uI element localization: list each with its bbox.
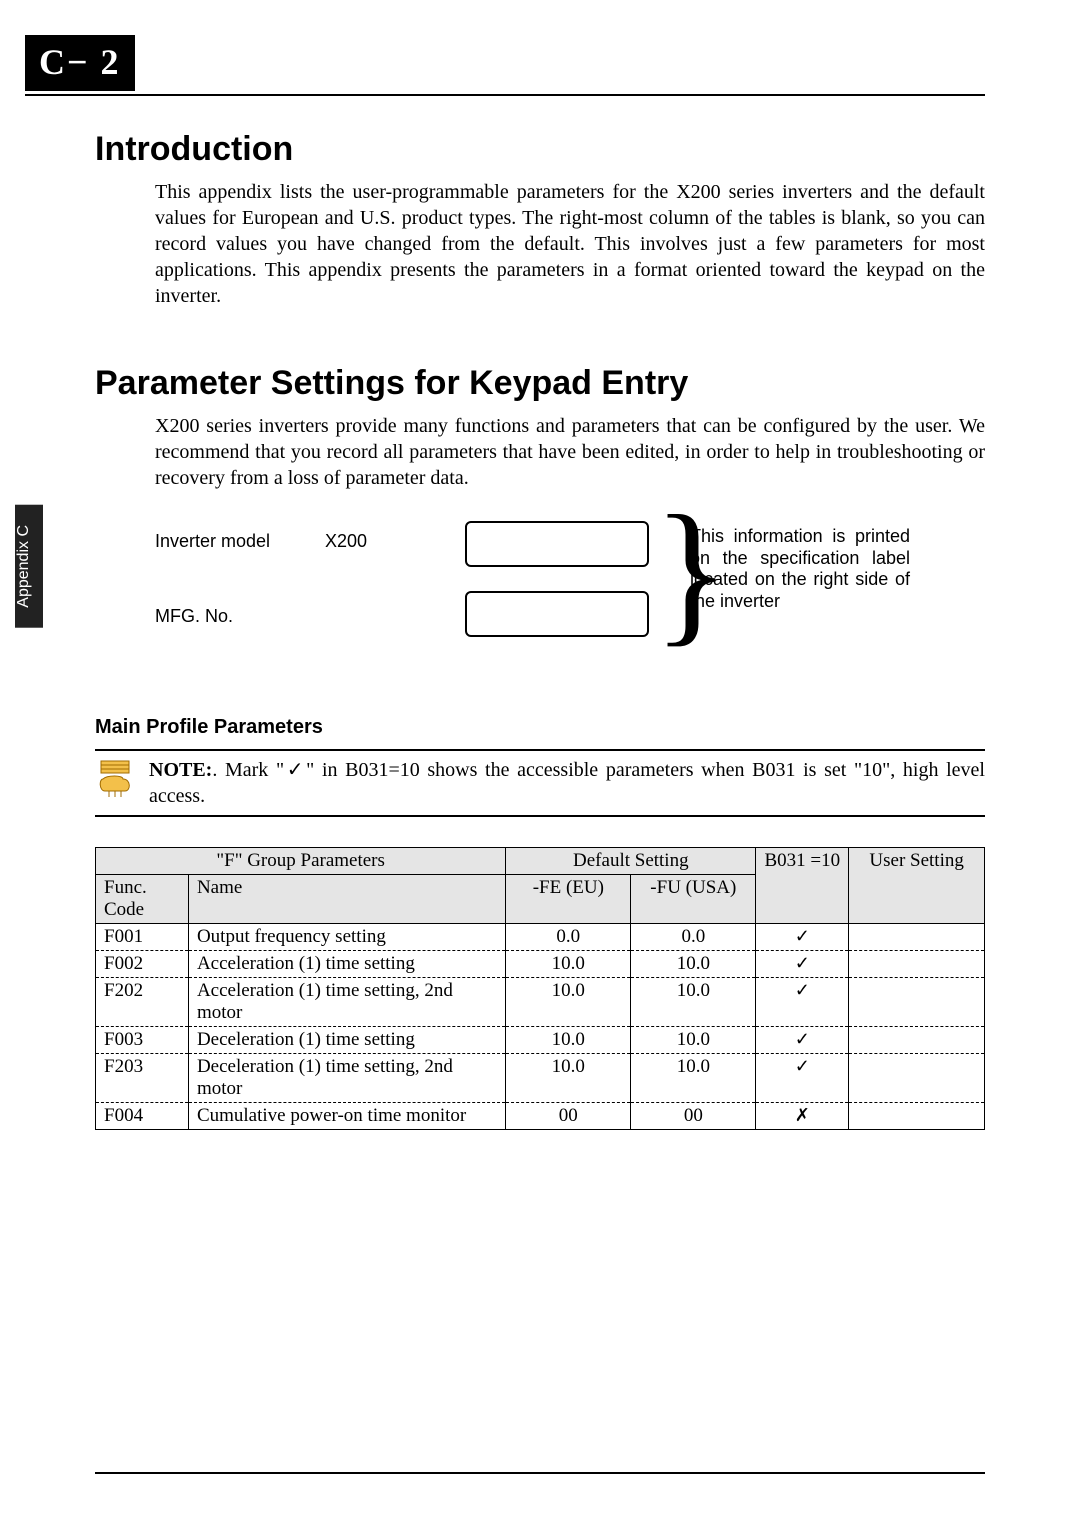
cell-name: Acceleration (1) time setting <box>188 951 505 978</box>
table-row: F003Deceleration (1) time setting10.010.… <box>96 1027 985 1054</box>
cell-fe: 10.0 <box>506 1054 631 1103</box>
table-row: F004Cumulative power-on time monitor0000… <box>96 1103 985 1130</box>
cell-b031: ✓ <box>756 1027 849 1054</box>
bottom-rule <box>95 1472 985 1474</box>
cell-user[interactable] <box>849 951 985 978</box>
fe-header: -FE (EU) <box>506 875 631 924</box>
cell-code: F203 <box>96 1054 189 1103</box>
func-header: Func. Code <box>96 875 189 924</box>
cell-user[interactable] <box>849 924 985 951</box>
table-row: F002Acceleration (1) time setting10.010.… <box>96 951 985 978</box>
note-body: . Mark "✓" in B031=10 shows the accessib… <box>149 759 985 807</box>
cell-fe: 10.0 <box>506 1027 631 1054</box>
table-row: F203Deceleration (1) time setting, 2nd m… <box>96 1054 985 1103</box>
user-header: User Setting <box>849 848 985 924</box>
cell-b031: ✗ <box>756 1103 849 1130</box>
side-tab: Appendix C <box>15 505 43 628</box>
table-row: F202Acceleration (1) time setting, 2nd m… <box>96 978 985 1027</box>
cell-fu: 10.0 <box>631 978 756 1027</box>
cell-fu: 10.0 <box>631 1054 756 1103</box>
note-icon <box>95 757 135 804</box>
cell-b031: ✓ <box>756 951 849 978</box>
cell-fu: 00 <box>631 1103 756 1130</box>
cell-fe: 0.0 <box>506 924 631 951</box>
inverter-model-label: Inverter model <box>155 531 270 552</box>
intro-heading: Introduction <box>95 130 985 169</box>
cell-code: F004 <box>96 1103 189 1130</box>
name-header: Name <box>188 875 505 924</box>
settings-heading: Parameter Settings for Keypad Entry <box>95 364 985 403</box>
cell-name: Output frequency setting <box>188 924 505 951</box>
default-header: Default Setting <box>506 848 756 875</box>
cell-b031: ✓ <box>756 1054 849 1103</box>
label-note: This information is printed on the speci… <box>690 526 910 612</box>
cell-name: Deceleration (1) time setting, 2nd motor <box>188 1054 505 1103</box>
cell-fu: 10.0 <box>631 1027 756 1054</box>
cell-code: F001 <box>96 924 189 951</box>
inverter-model-value: X200 <box>325 531 367 552</box>
cell-fe: 00 <box>506 1103 631 1130</box>
mfg-input-box[interactable] <box>465 591 649 637</box>
intro-text: This appendix lists the user-programmabl… <box>155 179 985 309</box>
main-profile-heading: Main Profile Parameters <box>95 716 985 739</box>
section-badge: C− 2 <box>25 35 135 91</box>
cell-user[interactable] <box>849 978 985 1027</box>
top-rule <box>25 94 985 96</box>
note-prefix: NOTE: <box>149 759 212 781</box>
cell-fe: 10.0 <box>506 951 631 978</box>
cell-code: F202 <box>96 978 189 1027</box>
cell-b031: ✓ <box>756 978 849 1027</box>
note-block: NOTE:. Mark "✓" in B031=10 shows the acc… <box>95 749 985 817</box>
cell-fu: 10.0 <box>631 951 756 978</box>
settings-text: X200 series inverters provide many funct… <box>155 413 985 491</box>
cell-name: Cumulative power-on time monitor <box>188 1103 505 1130</box>
fu-header: -FU (USA) <box>631 875 756 924</box>
cell-name: Deceleration (1) time setting <box>188 1027 505 1054</box>
cell-code: F002 <box>96 951 189 978</box>
cell-b031: ✓ <box>756 924 849 951</box>
cell-user[interactable] <box>849 1027 985 1054</box>
b031-header: B031 =10 <box>756 848 849 924</box>
cell-user[interactable] <box>849 1054 985 1103</box>
cell-user[interactable] <box>849 1103 985 1130</box>
cell-name: Acceleration (1) time setting, 2nd motor <box>188 978 505 1027</box>
cell-fe: 10.0 <box>506 978 631 1027</box>
group-header: "F" Group Parameters <box>96 848 506 875</box>
mfg-no-label: MFG. No. <box>155 606 233 627</box>
cell-fu: 0.0 <box>631 924 756 951</box>
label-diagram: Inverter model X200 MFG. No. } This info… <box>155 521 985 671</box>
table-row: F001Output frequency setting0.00.0✓ <box>96 924 985 951</box>
cell-code: F003 <box>96 1027 189 1054</box>
param-table: "F" Group Parameters Default Setting B03… <box>95 847 985 1130</box>
model-input-box[interactable] <box>465 521 649 567</box>
note-text: NOTE:. Mark "✓" in B031=10 shows the acc… <box>149 757 985 809</box>
